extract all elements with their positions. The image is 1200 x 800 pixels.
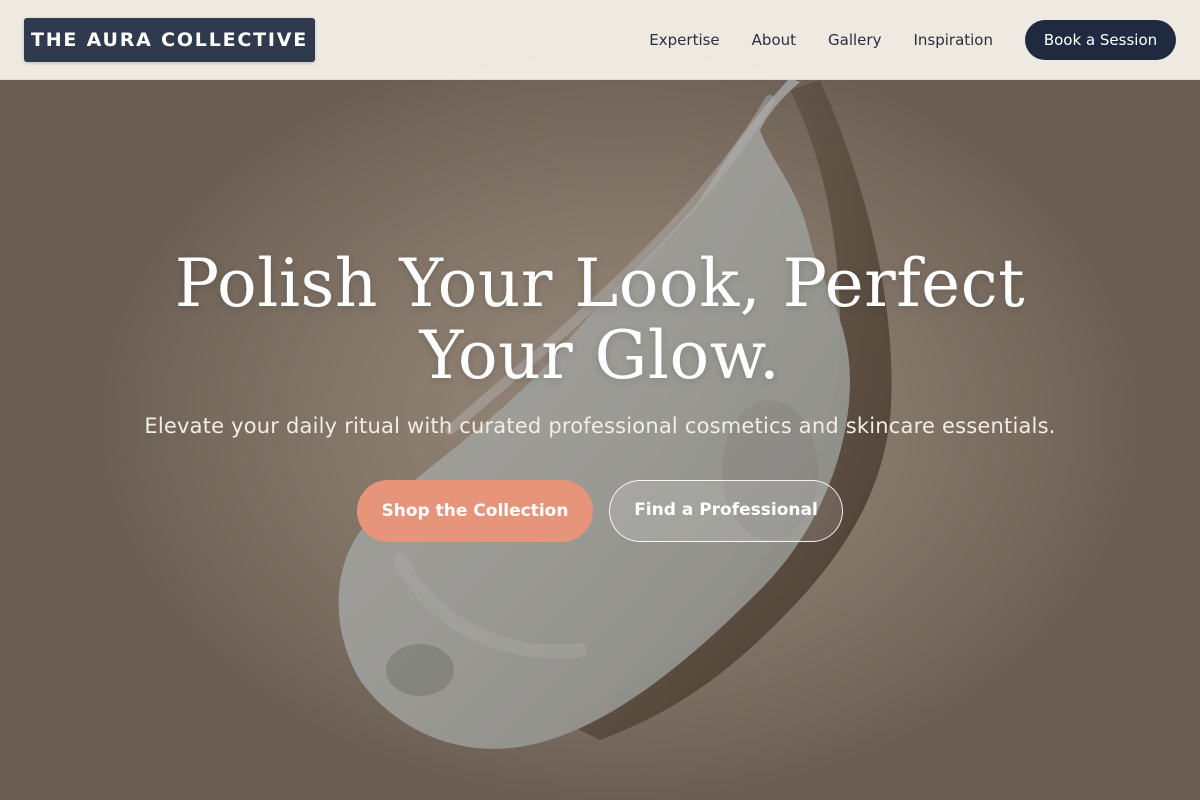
nav-link-inspiration[interactable]: Inspiration [913,31,993,49]
main-nav: Expertise About Gallery Inspiration [617,0,993,80]
site-header: THE AURA COLLECTIVE Expertise About Gall… [0,0,1200,80]
find-professional-button[interactable]: Find a Professional [609,480,843,542]
hero-section: Polish Your Look, Perfect Your Glow. Ele… [0,248,1200,542]
brand-logo[interactable]: THE AURA COLLECTIVE [24,18,315,62]
shop-collection-button[interactable]: Shop the Collection [357,480,593,542]
hero-title: Polish Your Look, Perfect Your Glow. [174,245,1026,394]
nav-link-expertise[interactable]: Expertise [649,31,719,49]
hero-button-group: Shop the Collection Find a Professional [0,480,1200,542]
book-session-button[interactable]: Book a Session [1025,20,1176,60]
hero-subtitle: Elevate your daily ritual with curated p… [144,414,1056,438]
nav-link-gallery[interactable]: Gallery [828,31,881,49]
landing-page: THE AURA COLLECTIVE Expertise About Gall… [0,0,1200,800]
nav-link-about[interactable]: About [752,31,796,49]
